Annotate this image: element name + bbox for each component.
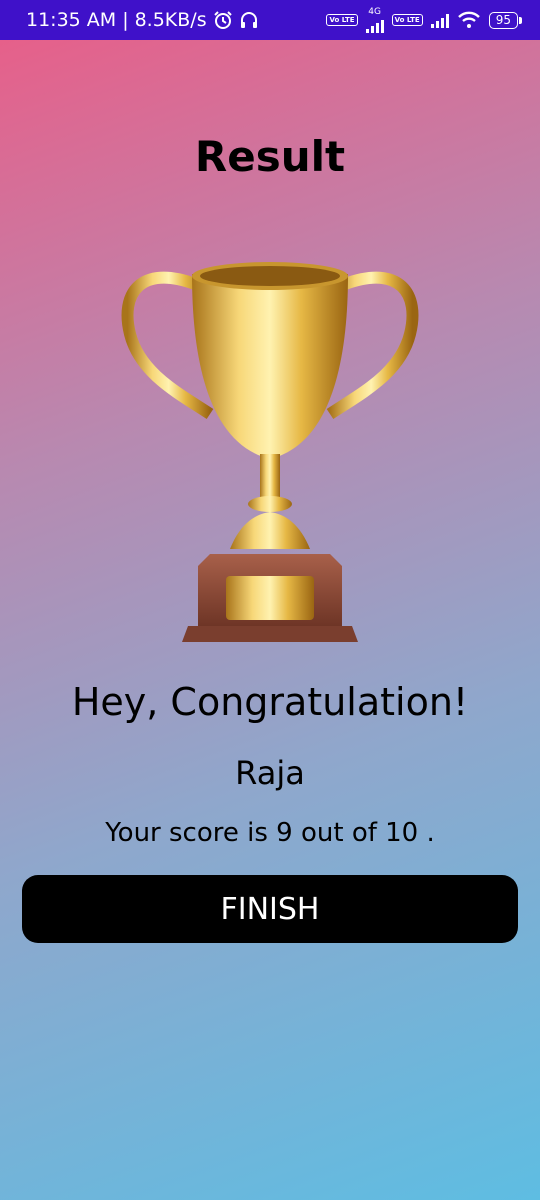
headphones-icon [240,12,257,28]
trophy-icon [121,262,419,642]
wifi-icon [457,11,480,28]
result-screen: Result Hey, Congratulation! Raja Your sc… [0,40,540,1200]
page-title: Result [194,132,346,181]
signal-icon-2 [430,12,449,28]
status-right: Vo LTE 4G Vo LTE 95 [326,6,523,33]
volte-badge-2: Vo LTE [391,14,423,26]
congrats-text: Hey, Congratulation! [71,680,469,724]
player-name: Raja [235,754,305,792]
score-text: Your score is 9 out of 10 . [105,818,435,848]
battery-icon: 95 [488,11,523,29]
status-separator: | [122,9,129,31]
status-speed: 8.5KB/s [134,9,207,31]
status-time: 11:35 AM [26,9,117,31]
signal-icon [365,17,384,33]
status-bar: 11:35 AM | 8.5KB/s Vo LTE 4G Vo LTE 95 [0,0,540,40]
status-left: 11:35 AM | 8.5KB/s [26,9,259,31]
finish-button[interactable]: FINISH [22,875,518,943]
alarm-icon [213,11,232,29]
volte-badge: Vo LTE [326,14,358,26]
network-type: 4G [368,6,381,17]
network-indicator: 4G [365,6,384,33]
